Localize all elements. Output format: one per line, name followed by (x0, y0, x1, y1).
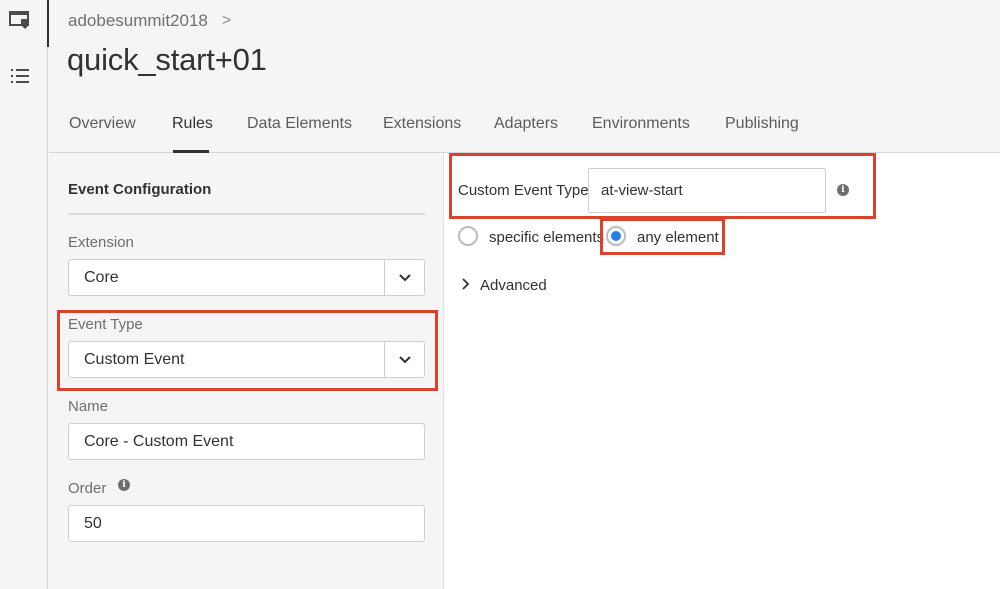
info-icon[interactable]: i (837, 184, 849, 196)
custom-event-type-label: Custom Event Type (458, 182, 589, 199)
event-type-label: Event Type (68, 316, 143, 333)
custom-event-settings-panel: Custom Event Type at-view-start i specif… (444, 153, 1000, 589)
property-icon[interactable] (8, 8, 32, 32)
list-icon[interactable] (8, 64, 32, 88)
tab-publishing[interactable]: Publishing (725, 115, 799, 133)
tab-overview[interactable]: Overview (69, 115, 136, 133)
left-rail (0, 0, 48, 589)
extension-select-value: Core (84, 269, 119, 286)
page-title: quick_start+01 (67, 42, 267, 77)
event-type-select-value: Custom Event (84, 351, 185, 368)
advanced-label: Advanced (480, 277, 547, 294)
chevron-down-icon[interactable] (384, 342, 424, 377)
tab-rules[interactable]: Rules (172, 115, 213, 133)
chevron-right-icon: > (221, 12, 232, 29)
tab-adapters[interactable]: Adapters (494, 115, 558, 133)
section-heading: Event Configuration (68, 181, 212, 198)
event-type-select[interactable]: Custom Event (68, 341, 425, 378)
chevron-down-icon[interactable] (384, 260, 424, 295)
tab-data-elements[interactable]: Data Elements (247, 115, 352, 133)
info-icon[interactable]: i (118, 479, 130, 491)
order-field[interactable]: 50 (68, 505, 425, 542)
name-label: Name (68, 398, 109, 415)
breadcrumb-property-link[interactable]: adobesummit2018 (68, 11, 208, 31)
extension-label: Extension (68, 234, 134, 251)
advanced-toggle[interactable]: Advanced (462, 277, 547, 294)
tab-environments[interactable]: Environments (592, 115, 690, 133)
name-field[interactable]: Core - Custom Event (68, 423, 425, 460)
specific-elements-label[interactable]: specific elements (489, 229, 604, 246)
page-header: adobesummit2018 > quick_start+01 Overvie… (49, 0, 1000, 153)
divider (68, 213, 425, 215)
event-configuration-panel: Event Configuration Extension Core Event… (49, 153, 444, 589)
breadcrumb: adobesummit2018 > (68, 11, 231, 31)
tab-extensions[interactable]: Extensions (383, 115, 461, 133)
order-label: Order (68, 480, 107, 497)
custom-event-type-input[interactable]: at-view-start (588, 168, 826, 213)
extension-select[interactable]: Core (68, 259, 425, 296)
specific-elements-radio[interactable] (458, 226, 478, 246)
any-element-label[interactable]: any element (637, 229, 719, 246)
any-element-radio[interactable] (606, 226, 626, 246)
chevron-right-icon (462, 277, 470, 294)
